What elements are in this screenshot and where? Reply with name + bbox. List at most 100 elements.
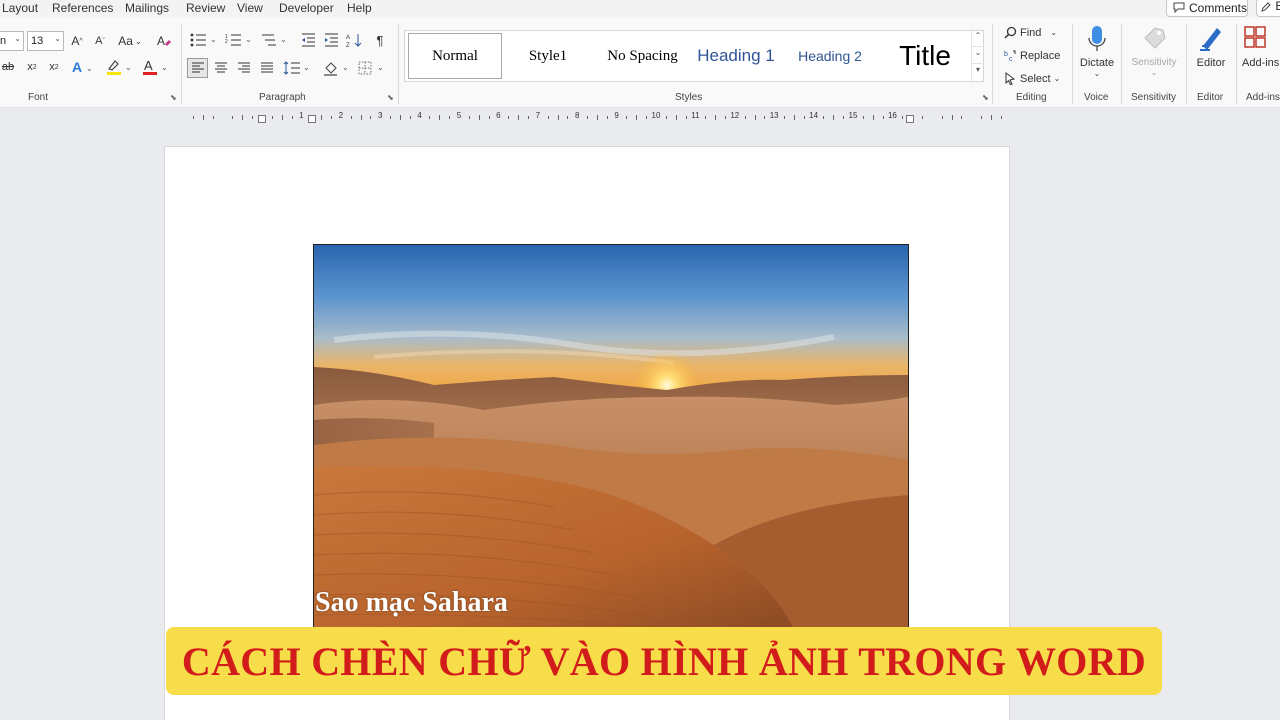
style-style1[interactable]: Style1 [508,33,588,79]
svg-text:⌄: ⌄ [342,63,349,72]
ruler-number: 3 [377,111,383,120]
comments-button[interactable]: Comments [1166,0,1248,17]
shading-icon[interactable]: ⌄ [321,58,351,78]
ruler-tick [961,116,963,119]
increase-indent-icon[interactable] [322,31,340,49]
ruler-tick [212,116,214,119]
grow-font-icon[interactable]: A ^ [68,32,86,50]
highlight-color-icon[interactable]: ⌄ [104,58,134,76]
replace-button[interactable]: bc Replace [1004,49,1060,63]
style-heading-2[interactable]: Heading 2 [790,33,870,79]
change-case-button[interactable]: Aa ⌄ [116,32,144,50]
font-name-combo[interactable]: n ⌄ [0,31,24,51]
select-button[interactable]: Select ⌄ [1004,72,1060,85]
ruler-tick [399,115,401,120]
style-no-spacing-label: No Spacing [607,47,678,64]
editor-label: Editor [1196,57,1226,69]
group-divider [1121,24,1122,104]
ruler-number: 6 [496,111,501,120]
subscript-icon[interactable]: x2 [24,58,40,76]
justify-icon[interactable] [257,58,276,78]
borders-icon[interactable]: ⌄ [356,58,386,78]
scroll-up-icon[interactable]: ⌃ [972,31,984,47]
hanging-indent-marker[interactable] [308,115,316,123]
sensitivity-group-label: Sensitivity [1131,92,1177,103]
ruler-number: 9 [614,111,619,120]
ruler-number: 16 [887,111,897,120]
paragraph-dialog-launcher-icon[interactable]: ⬊ [387,93,394,102]
sensitivity-button[interactable]: Sensitivity ⌄ [1126,24,1182,77]
sort-icon[interactable]: AZ [345,31,365,49]
tab-layout[interactable]: Layout [2,1,38,15]
chevron-down-icon: ⌄ [14,34,21,43]
editor-button[interactable]: Editor [1192,24,1230,69]
tab-review[interactable]: Review [186,1,225,15]
multilevel-list-icon[interactable]: ⌄ [259,31,289,49]
find-label: Find [1020,26,1042,39]
svg-text:2: 2 [225,39,228,45]
svg-text:b: b [1004,51,1008,58]
decrease-indent-icon[interactable] [299,31,317,49]
inserted-image[interactable]: Sao mạc Sahara [313,244,909,631]
add-ins-button[interactable]: Add-ins [1242,24,1280,69]
ruler-tick [724,116,726,119]
tab-help[interactable]: Help [347,1,372,15]
styles-dialog-launcher-icon[interactable]: ⬊ [982,93,989,102]
font-color-icon[interactable]: A ⌄ [140,58,170,76]
svg-text:Z: Z [346,43,350,48]
svg-text:⌄: ⌄ [161,63,168,72]
scroll-down-icon[interactable]: ⌄ [972,48,984,64]
svg-text:⌄: ⌄ [86,64,93,73]
editing-mode-button[interactable]: E [1256,0,1280,17]
ruler-tick [527,116,529,119]
ruler-tick [488,116,490,119]
dictate-button[interactable]: Dictate ⌄ [1078,24,1116,78]
bullets-icon[interactable]: ⌄ [189,31,219,49]
styles-gallery: Normal Style1 No Spacing Heading 1 Headi… [404,30,984,82]
style-title[interactable]: Title [883,33,967,79]
numbering-icon[interactable]: 1 2 ⌄ [224,31,254,49]
clear-formatting-icon[interactable]: A [154,32,174,50]
superscript-icon[interactable]: x2 [46,58,62,76]
strikethrough-icon[interactable]: ab [0,58,16,76]
right-indent-marker[interactable] [906,115,914,123]
ruler-tick [862,116,864,119]
tab-references[interactable]: References [52,1,113,15]
font-dialog-launcher-icon[interactable]: ⬊ [170,93,177,102]
align-center-icon[interactable] [211,58,230,78]
group-divider [1236,24,1237,104]
group-divider [398,24,399,104]
first-line-indent-marker[interactable] [258,115,266,123]
ruler-tick [882,116,884,119]
title-banner: CÁCH CHÈN CHỮ VÀO HÌNH ẢNH TRONG WORD [166,627,1162,695]
ruler-tick [685,116,687,119]
ruler-number: 8 [574,111,580,120]
shrink-font-icon[interactable]: Aˇ [91,32,109,50]
image-caption-text[interactable]: Sao mạc Sahara [315,587,508,619]
show-formatting-marks-icon[interactable]: ¶ [372,31,388,49]
style-normal[interactable]: Normal [408,33,502,79]
group-divider [1072,24,1073,104]
line-spacing-icon[interactable]: ⌄ [282,58,312,78]
tab-developer[interactable]: Developer [279,1,334,15]
tab-view[interactable]: View [237,1,263,15]
svg-text:⌄: ⌄ [303,63,310,72]
font-size-combo[interactable]: 13 ⌄ [27,31,64,51]
find-button[interactable]: Find ⌄ [1004,26,1057,39]
svg-text:A: A [144,58,153,73]
ruler-tick [370,116,372,119]
text-effects-icon[interactable]: A ⌄ [70,58,96,76]
ruler-number: 10 [651,111,661,120]
style-no-spacing[interactable]: No Spacing [595,33,690,79]
style-heading-2-label: Heading 2 [798,48,862,64]
ruler-tick [705,116,707,119]
font-name-value: n [0,35,7,47]
more-styles-icon[interactable]: ▾ [972,65,984,81]
ruler-tick [803,116,805,119]
tab-mailings[interactable]: Mailings [125,1,169,15]
horizontal-ruler[interactable]: 1 2 3 4 5 6 7 8 9 10 11 12 13 14 15 16 [164,111,1010,123]
style-heading-1[interactable]: Heading 1 [694,33,778,79]
ruler-tick [291,116,293,119]
align-left-icon[interactable] [187,58,208,78]
align-right-icon[interactable] [234,58,253,78]
